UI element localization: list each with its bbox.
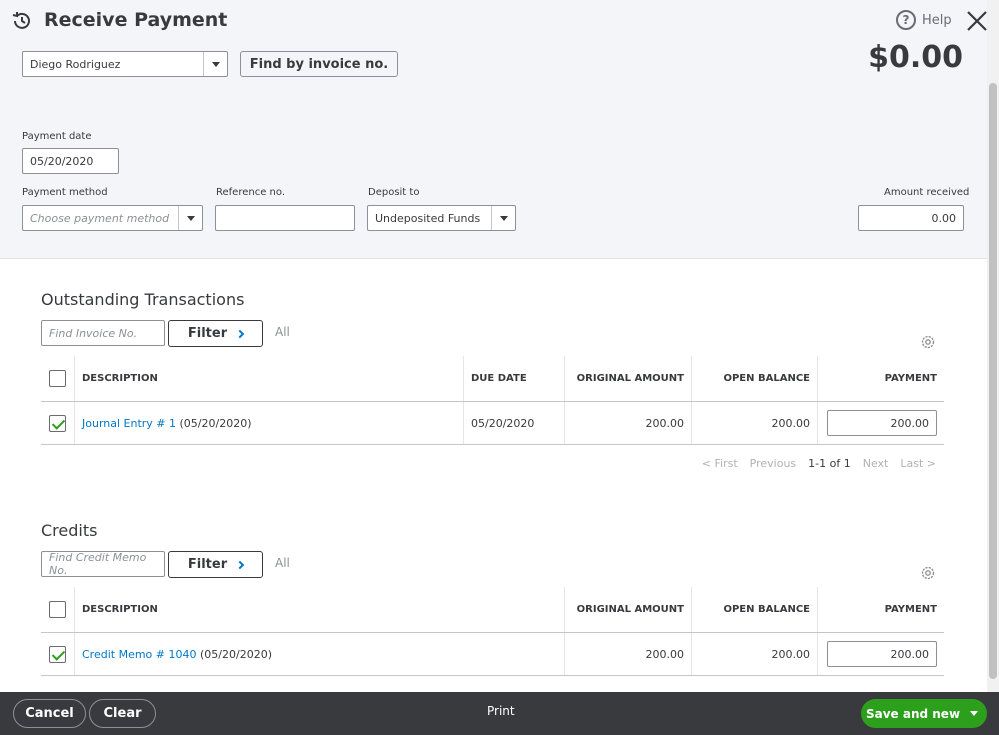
customer-value: Diego Rodriguez xyxy=(30,57,121,71)
original-amount-cell: 200.00 xyxy=(565,633,692,675)
scrollbar[interactable] xyxy=(987,0,999,692)
payment-method-placeholder: Choose payment method xyxy=(30,211,170,225)
chevron-down-icon[interactable] xyxy=(491,206,515,230)
select-all-checkbox[interactable] xyxy=(49,601,66,618)
reference-label: Reference no. xyxy=(216,187,285,198)
column-original-amount[interactable]: ORIGINAL AMOUNT xyxy=(565,356,692,401)
select-all-cell xyxy=(41,587,75,632)
select-all-cell xyxy=(41,356,75,401)
column-open-balance[interactable]: OPEN BALANCE xyxy=(692,356,818,401)
chevron-right-icon xyxy=(235,329,245,338)
deposit-to-value: Undeposited Funds xyxy=(375,211,481,225)
description-cell: Journal Entry # 1 (05/20/2020) xyxy=(75,402,464,444)
history-icon[interactable] xyxy=(11,10,33,32)
amount-received-input[interactable]: 0.00 xyxy=(858,205,964,231)
scrollbar-thumb[interactable] xyxy=(989,83,997,679)
credits-all-link[interactable]: All xyxy=(275,556,290,570)
column-original-amount[interactable]: ORIGINAL AMOUNT xyxy=(565,587,692,632)
open-balance-cell: 200.00 xyxy=(692,633,818,675)
reference-input[interactable] xyxy=(215,205,355,231)
filter-label: Filter xyxy=(187,557,228,572)
amount-total: $0.00 xyxy=(868,40,963,75)
payment-input[interactable]: 200.00 xyxy=(827,410,937,436)
payment-cell: 200.00 xyxy=(818,402,944,444)
find-invoice-input[interactable]: Find Invoice No. xyxy=(41,320,165,346)
find-by-invoice-button[interactable]: Find by invoice no. xyxy=(240,51,398,77)
row-checkbox[interactable] xyxy=(49,645,66,663)
original-amount-cell: 200.00 xyxy=(565,402,692,444)
column-payment[interactable]: PAYMENT xyxy=(818,356,944,401)
table-header-row: DESCRIPTION DUE DATE ORIGINAL AMOUNT OPE… xyxy=(41,356,944,402)
payment-cell: 200.00 xyxy=(818,633,944,675)
chevron-down-icon[interactable] xyxy=(203,52,227,76)
outstanding-table: DESCRIPTION DUE DATE ORIGINAL AMOUNT OPE… xyxy=(41,356,944,445)
deposit-to-select[interactable]: Undeposited Funds xyxy=(367,205,516,231)
credits-table: DESCRIPTION ORIGINAL AMOUNT OPEN BALANCE… xyxy=(41,587,944,676)
payment-input[interactable]: 200.00 xyxy=(827,641,937,667)
payment-date-label: Payment date xyxy=(22,131,92,142)
row-checkbox[interactable] xyxy=(49,414,66,432)
due-date-cell: 05/20/2020 xyxy=(464,402,565,444)
close-icon[interactable] xyxy=(965,9,989,33)
help-label: Help xyxy=(922,12,952,28)
deposit-to-label: Deposit to xyxy=(368,187,420,198)
payment-method-select[interactable]: Choose payment method xyxy=(22,205,203,231)
description-date: (05/20/2020) xyxy=(196,647,272,661)
gear-icon[interactable] xyxy=(919,564,937,582)
print-button[interactable]: Print xyxy=(487,704,515,718)
column-description[interactable]: DESCRIPTION xyxy=(75,587,565,632)
pager-range: 1-1 of 1 xyxy=(808,457,851,470)
pager-first[interactable]: < First xyxy=(702,457,738,470)
column-description[interactable]: DESCRIPTION xyxy=(75,356,464,401)
cancel-button[interactable]: Cancel xyxy=(13,699,86,728)
credits-title: Credits xyxy=(41,521,98,540)
find-credit-memo-placeholder: Find Credit Memo No. xyxy=(49,551,147,577)
gear-icon[interactable] xyxy=(919,333,937,351)
page-title: Receive Payment xyxy=(44,9,228,31)
footer-bar: Cancel Clear Print Save and new xyxy=(0,692,999,735)
open-balance-cell: 200.00 xyxy=(692,402,818,444)
filter-label: Filter xyxy=(187,326,228,341)
column-payment[interactable]: PAYMENT xyxy=(818,587,944,632)
save-and-new-button[interactable]: Save and new xyxy=(861,699,987,728)
save-and-new-label: Save and new xyxy=(865,706,961,721)
help-icon: ? xyxy=(896,10,916,30)
outstanding-pager: < First Previous 1-1 of 1 Next Last > xyxy=(702,457,936,470)
table-row: Credit Memo # 1040 (05/20/2020) 200.00 2… xyxy=(41,633,944,675)
row-select-cell xyxy=(41,633,75,675)
column-due-date[interactable]: DUE DATE xyxy=(464,356,565,401)
description-date: (05/20/2020) xyxy=(176,416,252,430)
payment-header: Receive Payment ? Help Diego Rodriguez F… xyxy=(0,0,999,259)
payment-method-label: Payment method xyxy=(22,187,108,198)
column-open-balance[interactable]: OPEN BALANCE xyxy=(692,587,818,632)
find-credit-memo-input[interactable]: Find Credit Memo No. xyxy=(41,551,165,577)
pager-previous[interactable]: Previous xyxy=(750,457,797,470)
find-invoice-placeholder: Find Invoice No. xyxy=(49,326,138,340)
select-all-checkbox[interactable] xyxy=(49,370,66,387)
credit-memo-link[interactable]: Credit Memo # 1040 xyxy=(82,648,197,661)
table-row: Journal Entry # 1 (05/20/2020) 05/20/202… xyxy=(41,402,944,444)
credits-filter-button[interactable]: Filter xyxy=(168,551,263,578)
pager-next[interactable]: Next xyxy=(863,457,889,470)
chevron-right-icon xyxy=(235,560,245,569)
journal-entry-link[interactable]: Journal Entry # 1 xyxy=(82,417,176,430)
chevron-down-icon[interactable] xyxy=(178,206,202,230)
payment-date-input[interactable]: 05/20/2020 xyxy=(22,148,119,174)
chevron-down-icon[interactable] xyxy=(961,711,987,716)
pager-last[interactable]: Last > xyxy=(900,457,936,470)
outstanding-title: Outstanding Transactions xyxy=(41,290,245,309)
outstanding-filter-button[interactable]: Filter xyxy=(168,320,263,347)
row-select-cell xyxy=(41,402,75,444)
description-cell: Credit Memo # 1040 (05/20/2020) xyxy=(75,633,565,675)
customer-select[interactable]: Diego Rodriguez xyxy=(22,51,228,77)
outstanding-all-link[interactable]: All xyxy=(275,325,290,339)
table-header-row: DESCRIPTION ORIGINAL AMOUNT OPEN BALANCE… xyxy=(41,587,944,633)
clear-button[interactable]: Clear xyxy=(89,699,156,728)
amount-received-label: Amount received xyxy=(884,187,970,198)
help-button[interactable]: ? Help xyxy=(896,10,952,30)
